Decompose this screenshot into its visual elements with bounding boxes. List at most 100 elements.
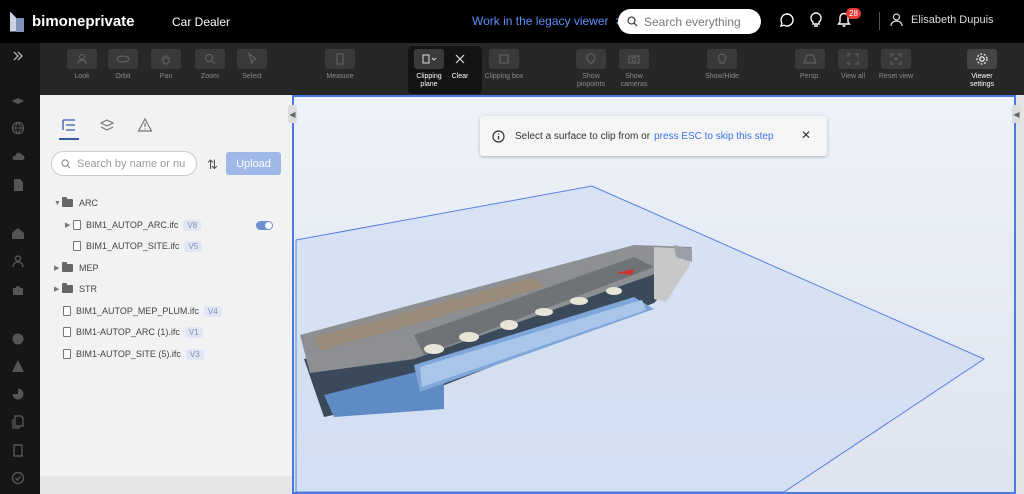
collapse-panel-left[interactable]: ◀: [288, 105, 297, 123]
tool-label: Persp.: [799, 73, 821, 80]
chat-icon[interactable]: [779, 12, 795, 28]
tool-show-cameras[interactable]: Show cameras: [612, 49, 656, 89]
app-name: bimoneprivate: [32, 13, 135, 30]
building-model[interactable]: [294, 97, 1014, 492]
tree-file[interactable]: BIM1-AUTOP_ARC (1).ifc V1: [63, 325, 203, 339]
tool-label: Select: [242, 73, 262, 80]
globe-icon[interactable]: [11, 121, 25, 135]
viewer-toolbar: Look Orbit Pan Zoom Select Measure Clipp…: [40, 43, 1024, 95]
show-hide-icon: [707, 49, 737, 69]
visibility-toggle[interactable]: [256, 221, 273, 230]
tree-item-label: ARC: [79, 198, 99, 208]
close-icon: [445, 49, 475, 69]
tool-label: Reset view: [878, 73, 914, 80]
warning-icon: [137, 117, 153, 132]
project-name[interactable]: Car Dealer: [172, 15, 230, 29]
tree-folder-arc[interactable]: ▼ ARC: [54, 196, 98, 210]
tab-warnings[interactable]: [137, 117, 153, 133]
tab-tree[interactable]: [59, 117, 79, 140]
tree-file[interactable]: BIM1_AUTOP_MEP_PLUM.ifc V4: [63, 304, 222, 318]
cloud-icon[interactable]: [11, 150, 25, 164]
tool-select[interactable]: Select: [230, 49, 274, 81]
model-panel: ⇅ Upload ▼ ARC ▶ BIM1_AUTOP_ARC.ifc V8 B…: [40, 95, 292, 494]
tool-label: Clear: [451, 73, 469, 80]
search-icon: [61, 158, 71, 168]
lightbulb-icon[interactable]: [809, 12, 823, 28]
tab-layers[interactable]: [99, 117, 115, 133]
tool-zoom[interactable]: Zoom: [188, 49, 232, 81]
chevron-right-icon[interactable]: ▶: [54, 264, 62, 272]
tree-folder-mep[interactable]: ▶ MEP: [54, 261, 99, 275]
tool-show-hide[interactable]: Show/Hide: [700, 49, 744, 81]
legacy-viewer-link[interactable]: Work in the legacy viewer: [472, 14, 625, 28]
tree-folder-str[interactable]: ▶ STR: [54, 282, 97, 296]
tree-item-label: BIM1-AUTOP_ARC (1).ifc: [76, 327, 180, 337]
pie-chart-icon[interactable]: [11, 387, 25, 401]
global-search-input[interactable]: [644, 14, 754, 29]
check-circle-icon[interactable]: [11, 471, 25, 485]
notifications[interactable]: 28: [837, 8, 861, 28]
tool-orbit[interactable]: Orbit: [101, 49, 145, 81]
tool-view-all[interactable]: View all: [831, 49, 875, 81]
right-panel-strip: [1016, 95, 1024, 494]
dashboard-icon[interactable]: [11, 331, 25, 345]
puzzle-icon[interactable]: [11, 283, 25, 297]
clipboard-icon[interactable]: [11, 443, 25, 457]
document-icon[interactable]: [11, 178, 25, 192]
logo-icon: [10, 12, 24, 32]
tree-file[interactable]: BIM1-AUTOP_SITE (5).ifc V3: [63, 347, 204, 361]
tool-label: View all: [841, 73, 865, 80]
sort-icon[interactable]: ⇅: [207, 157, 218, 173]
chevron-down-icon[interactable]: ▼: [54, 200, 62, 207]
tool-perspective[interactable]: Persp.: [788, 49, 832, 81]
left-rail: [0, 43, 40, 494]
notification-badge: 28: [846, 8, 861, 19]
tool-reset-view[interactable]: Reset view: [874, 49, 918, 81]
model-search[interactable]: [51, 151, 197, 176]
tree-item-label: BIM1_AUTOP_ARC.ifc: [86, 220, 179, 230]
tool-label: Orbit: [115, 73, 131, 80]
tree-item-label: BIM1-AUTOP_SITE (5).ifc: [76, 349, 181, 359]
tree-file[interactable]: ▶ BIM1_AUTOP_ARC.ifc V8: [65, 218, 202, 232]
home-icon[interactable]: [11, 226, 25, 240]
files-icon[interactable]: [11, 415, 25, 429]
tool-label: Measure: [326, 73, 354, 80]
tool-viewer-settings[interactable]: Viewer settings: [960, 49, 1004, 89]
tool-pan[interactable]: Pan: [144, 49, 188, 81]
collapse-panel-right[interactable]: ◀: [1012, 105, 1021, 123]
layers-icon[interactable]: [11, 93, 25, 107]
tool-label: Clipping box: [484, 73, 524, 80]
top-bar: bimoneprivate Car Dealer Work in the leg…: [0, 0, 1024, 43]
users-icon[interactable]: [11, 254, 25, 268]
camera-icon: [619, 49, 649, 69]
tool-label: Viewer settings: [969, 73, 995, 88]
legacy-viewer-label: Work in the legacy viewer: [472, 14, 609, 28]
version-badge: V4: [203, 305, 222, 317]
version-badge: V8: [183, 219, 202, 231]
clipping-hint-toast: Select a surface to clip from or press E…: [480, 116, 827, 156]
user-menu[interactable]: Elisabeth Dupuis: [890, 13, 994, 27]
app-logo[interactable]: bimoneprivate: [10, 12, 160, 32]
model-search-input[interactable]: [77, 157, 189, 170]
look-icon: [67, 49, 97, 69]
tool-clipping-box[interactable]: Clipping box: [482, 49, 526, 81]
upload-button[interactable]: Upload: [226, 152, 281, 175]
chevron-right-icon[interactable]: ▶: [65, 221, 73, 229]
chevron-right-icon[interactable]: ▶: [54, 285, 62, 293]
global-search[interactable]: [618, 9, 761, 34]
warning-icon[interactable]: [11, 359, 25, 373]
tool-show-pinpoints[interactable]: Show pinpoints: [569, 49, 613, 89]
ruler-icon: [325, 49, 355, 69]
user-icon: [890, 13, 903, 27]
tool-measure[interactable]: Measure: [318, 49, 362, 81]
close-icon[interactable]: ✕: [801, 128, 811, 142]
tree-file[interactable]: BIM1_AUTOP_SITE.ifc V5: [73, 239, 203, 253]
user-name: Elisabeth Dupuis: [911, 14, 994, 26]
expand-sidebar-icon[interactable]: [11, 49, 25, 63]
skip-step-link[interactable]: press ESC to skip this step: [654, 131, 774, 142]
tool-look[interactable]: Look: [60, 49, 104, 81]
version-badge: V5: [184, 240, 203, 252]
info-icon: [492, 129, 505, 143]
tool-clear[interactable]: Clear: [438, 49, 482, 81]
reset-view-icon: [881, 49, 911, 69]
